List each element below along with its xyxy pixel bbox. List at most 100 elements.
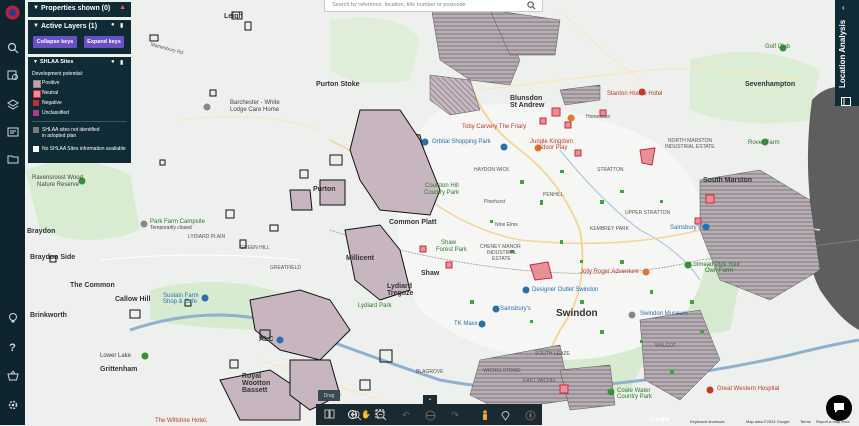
footer-report-link[interactable]: Report a map error	[816, 419, 850, 424]
search-placeholder: Search by reference, location, title num…	[332, 2, 466, 8]
map-label: South Marston	[703, 177, 752, 184]
map-label: Coulston Hill	[425, 183, 459, 189]
logo-icon[interactable]	[5, 5, 20, 20]
properties-panel[interactable]: ▼ Properties shown (0) ▲	[28, 2, 131, 17]
location-analysis-label: Location Analysis	[838, 19, 847, 89]
map-label: Shaw	[441, 240, 457, 246]
drag-badge[interactable]: Drag	[318, 390, 340, 401]
map-label: Lydiard	[387, 283, 413, 290]
shlaa-title: SHLAA Sites	[40, 59, 74, 65]
map-label: ESTATE	[492, 256, 511, 262]
map-label: Purton Stoke	[316, 81, 360, 88]
legend-swatch-unclassified	[33, 110, 39, 116]
map-label: GREEN HILL	[240, 245, 270, 251]
map-label: Lydiard Park	[358, 303, 392, 309]
collapse-keys-button[interactable]: Collapse keys	[33, 36, 77, 48]
map-label: Grittenham	[100, 366, 138, 373]
shlaa-legend-panel: ▼ SHLAA Sites ● ▮ Development potential:…	[28, 57, 131, 163]
legend-label: Negative	[42, 100, 62, 106]
nav-rail: ?	[0, 0, 25, 425]
legend-swatch-negative	[33, 100, 39, 106]
properties-title: Properties shown (0)	[41, 5, 111, 12]
eye-icon[interactable]: ●	[111, 22, 115, 28]
undo-icon[interactable]: ↶	[400, 409, 412, 421]
compass-icon[interactable]	[524, 409, 536, 421]
trash-icon[interactable]: ▮	[120, 59, 123, 66]
search-input[interactable]: Search by reference, location, title num…	[324, 0, 543, 12]
report-icon[interactable]	[5, 124, 20, 139]
footer-keyboard-link[interactable]: Keyboard shortcuts	[690, 419, 724, 424]
toolbar-toggle[interactable]: ⌄	[423, 395, 437, 404]
map-label: Lodge Care Home	[230, 107, 280, 113]
map-label: Sevenhampton	[745, 81, 796, 88]
location-search-icon[interactable]	[5, 67, 20, 82]
basket-icon[interactable]	[5, 368, 20, 383]
search-icon[interactable]	[527, 1, 536, 12]
map-label: Great Western Hospital	[717, 386, 780, 392]
eye-icon[interactable]: ●	[111, 59, 115, 65]
map-label: Purton	[313, 186, 336, 193]
map-label: Own Farm	[705, 268, 734, 274]
trash-icon[interactable]: ▮	[120, 22, 123, 29]
map-label: St Andrew	[510, 102, 545, 109]
map-label: Toby Carvery The Friary	[462, 124, 527, 130]
legend-swatch-no-info	[33, 146, 39, 152]
map-label: The Wiltshire Hotel,	[155, 418, 208, 424]
map-label: STRATTON	[597, 167, 624, 173]
map-label: Bassett	[242, 387, 268, 394]
chevron-down-icon[interactable]: ▼	[33, 59, 38, 65]
chevron-down-icon[interactable]: ▼	[33, 23, 39, 29]
map-label: Forest Park	[436, 247, 468, 253]
map-label: TK Maxx	[454, 321, 478, 327]
map-label: PENHILL	[543, 192, 564, 198]
legend-swatch-neutral	[33, 90, 41, 98]
map-label: GREATFIELD	[270, 265, 302, 271]
map-label: Nature Reserve	[37, 182, 80, 188]
footer-terms-link[interactable]: Terms	[800, 419, 811, 424]
footer-mapdata: Map data ©2024 Google	[746, 419, 790, 424]
map-label: WALCOT	[655, 343, 677, 349]
chevron-down-icon[interactable]: ▼	[33, 5, 39, 11]
map-label: WICHELSTOWE	[483, 368, 521, 374]
chat-button[interactable]	[826, 395, 852, 421]
map-label: Lower Lake	[100, 353, 132, 359]
map-label: Stanton House Hotel	[607, 91, 663, 97]
map-label: Ravensroost Wood	[32, 175, 83, 181]
chevron-left-icon[interactable]: ‹	[842, 3, 845, 12]
alert-icon[interactable]: ▲	[119, 4, 126, 11]
map-label: Braydon Side	[30, 254, 76, 261]
folder-icon[interactable]	[5, 151, 20, 166]
expand-keys-button[interactable]: Expand keys	[84, 36, 124, 48]
legend-label: Unclassified	[42, 110, 69, 116]
zoom-out-icon[interactable]	[375, 409, 387, 421]
globe-icon[interactable]	[424, 409, 436, 421]
map-label: Braydon	[27, 228, 56, 235]
map-label: Country Park	[424, 190, 460, 196]
map-label: Swindon Museum	[640, 311, 688, 317]
legend-label: in adopted plan	[42, 133, 77, 139]
map-label: Pinehurst	[484, 199, 506, 205]
layers-icon[interactable]	[5, 97, 20, 112]
map-label: SOUTH LEAZE	[535, 351, 570, 357]
street-view-icon[interactable]	[479, 409, 491, 421]
settings-icon[interactable]	[5, 397, 20, 412]
search-nav-icon[interactable]	[5, 40, 20, 55]
legend-swatch-positive	[33, 80, 41, 88]
legend-label: Neutral	[42, 90, 59, 96]
pin-icon[interactable]	[499, 409, 511, 421]
redo-icon[interactable]: ↷	[449, 409, 461, 421]
map-book-icon[interactable]	[323, 408, 335, 420]
map-label: Leigh	[224, 13, 243, 20]
panel-icon[interactable]	[841, 93, 851, 111]
legend-label: Positive	[42, 80, 60, 86]
help-icon[interactable]: ?	[5, 340, 20, 355]
zoom-in-icon[interactable]	[350, 409, 362, 421]
lightbulb-icon[interactable]	[5, 310, 20, 325]
map-label: Common Platt	[389, 219, 437, 226]
map-label: Golf Club	[765, 44, 791, 50]
chat-icon	[834, 403, 844, 413]
map-label: HAYDON WICK	[474, 167, 510, 173]
map-label: BLAGROVE	[416, 369, 444, 375]
map-label: Sainsbury's	[500, 306, 531, 312]
map-label: Callow Hill	[115, 296, 151, 303]
